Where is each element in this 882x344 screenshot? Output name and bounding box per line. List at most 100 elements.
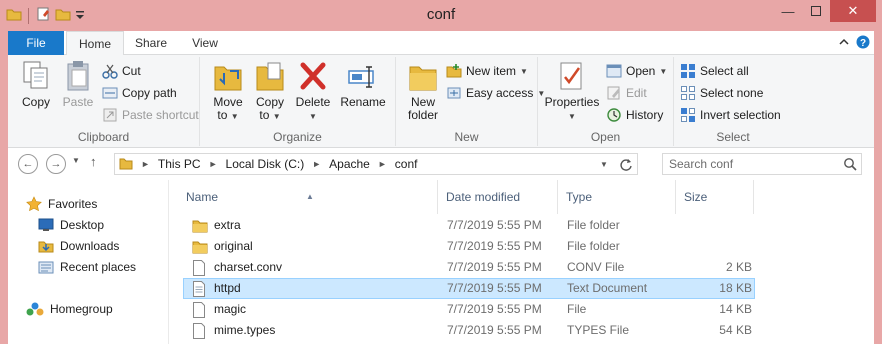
file-row-charset-conv[interactable]: charset.conv 7/7/2019 5:55 PM CONV File … xyxy=(183,257,755,278)
select-all-button[interactable]: Select all xyxy=(680,61,749,81)
file-name: charset.conv xyxy=(214,260,283,274)
rename-button[interactable]: Rename xyxy=(340,59,386,109)
pane-divider[interactable] xyxy=(168,180,169,344)
chevron-down-icon: ▼ xyxy=(230,112,239,121)
file-icon xyxy=(193,302,205,318)
new-item-button[interactable]: New item ▼ xyxy=(446,61,528,81)
file-name: magic xyxy=(214,302,247,316)
breadcrumb-local-disk[interactable]: Local Disk (C:) xyxy=(226,157,305,171)
collapse-ribbon-icon[interactable] xyxy=(838,35,850,52)
file-type: File folder xyxy=(567,218,620,232)
properties-button[interactable]: Properties ▼ xyxy=(544,59,600,123)
nav-desktop[interactable]: Desktop xyxy=(38,215,104,235)
cut-button[interactable]: Cut xyxy=(102,61,141,81)
maximize-button[interactable] xyxy=(802,0,830,22)
column-header-name[interactable]: Name ▲ xyxy=(178,180,438,214)
window-title: conf xyxy=(426,6,456,23)
chevron-down-icon: ▼ xyxy=(568,112,576,121)
breadcrumb-apache[interactable]: Apache xyxy=(329,157,370,171)
file-name: original xyxy=(214,239,253,253)
tab-share[interactable]: Share xyxy=(126,31,176,55)
select-group-label: Select xyxy=(716,130,750,144)
file-row-extra[interactable]: extra 7/7/2019 5:55 PM File folder xyxy=(183,215,755,236)
file-row-magic[interactable]: magic 7/7/2019 5:55 PM File 14 KB xyxy=(183,299,755,320)
open-group-label: Open xyxy=(590,130,621,144)
breadcrumb-separator-icon[interactable]: ► xyxy=(312,159,321,169)
paste-shortcut-button[interactable]: Paste shortcut xyxy=(102,105,199,125)
minimize-button[interactable]: — xyxy=(774,0,802,22)
copy-to-icon xyxy=(256,62,284,91)
paste-button[interactable]: Paste xyxy=(60,59,96,109)
up-arrow-icon[interactable]: ↑ xyxy=(90,154,97,169)
help-icon[interactable]: ? xyxy=(856,35,870,52)
invert-selection-button[interactable]: Invert selection xyxy=(680,105,781,125)
history-icon xyxy=(607,108,621,122)
text-document-icon xyxy=(193,281,205,297)
file-row-httpd[interactable]: httpd 7/7/2019 5:55 PM Text Document 18 … xyxy=(183,278,755,299)
tab-view[interactable]: View xyxy=(180,31,230,55)
delete-button[interactable]: Delete ▼ xyxy=(294,59,332,123)
nav-recent-places[interactable]: Recent places xyxy=(38,257,136,277)
file-date: 7/7/2019 5:55 PM xyxy=(447,281,542,295)
tab-file[interactable]: File xyxy=(8,31,64,55)
file-date: 7/7/2019 5:55 PM xyxy=(447,323,542,337)
file-date: 7/7/2019 5:55 PM xyxy=(447,260,542,274)
breadcrumb-this-pc[interactable]: This PC xyxy=(158,157,201,171)
chevron-down-icon[interactable]: ▼ xyxy=(593,154,615,174)
search-icon[interactable] xyxy=(843,157,857,174)
move-to-button[interactable]: Move to ▼ xyxy=(210,59,246,123)
address-bar[interactable]: ► This PC ► Local Disk (C:) ► Apache ► c… xyxy=(114,153,638,175)
new-folder-button[interactable]: New folder xyxy=(404,59,442,122)
close-button[interactable]: ✕ xyxy=(830,0,876,22)
open-button[interactable]: Open ▼ xyxy=(606,61,667,81)
search-input[interactable] xyxy=(663,154,835,174)
forward-button[interactable]: → xyxy=(46,154,66,174)
breadcrumb-separator-icon[interactable]: ► xyxy=(378,159,387,169)
recent-locations-chevron-icon[interactable]: ▼ xyxy=(72,156,80,165)
copy-button[interactable]: Copy xyxy=(18,59,54,109)
nav-homegroup[interactable]: Homegroup xyxy=(26,299,113,319)
copy-path-button[interactable]: Copy path xyxy=(102,83,177,103)
search-box xyxy=(662,153,862,175)
column-header-type[interactable]: Type xyxy=(558,180,676,214)
new-group-label: New xyxy=(454,130,479,144)
title-bar: conf — ✕ xyxy=(0,0,882,31)
chevron-down-icon: ▼ xyxy=(659,66,668,76)
breadcrumb-separator-icon[interactable]: ► xyxy=(209,159,218,169)
file-list: Name ▲ Date modified Type Size extra 7/7… xyxy=(178,180,874,344)
history-button[interactable]: History xyxy=(606,105,663,125)
refresh-icon[interactable] xyxy=(615,154,637,174)
file-size xyxy=(684,216,752,235)
column-header-size[interactable]: Size xyxy=(676,180,754,214)
nav-favorites[interactable]: Favorites xyxy=(26,194,97,214)
file-size: 14 KB xyxy=(719,302,752,316)
folder-icon xyxy=(192,241,208,254)
organize-group: Move to ▼ Copy to ▼ Delete ▼ Rename Orga… xyxy=(200,57,396,146)
desktop-icon xyxy=(38,218,54,231)
easy-access-button[interactable]: Easy access ▼ xyxy=(446,83,545,103)
recent-places-icon xyxy=(38,261,54,274)
breadcrumb-conf[interactable]: conf xyxy=(395,157,418,171)
column-header-date-modified[interactable]: Date modified xyxy=(438,180,558,214)
file-row-mime-types[interactable]: mime.types 7/7/2019 5:55 PM TYPES File 5… xyxy=(183,320,755,341)
copy-to-button[interactable]: Copy to ▼ xyxy=(252,59,288,123)
file-name: extra xyxy=(214,218,241,232)
breadcrumb-separator-icon[interactable]: ► xyxy=(141,159,150,169)
nav-downloads[interactable]: Downloads xyxy=(38,236,119,256)
folder-icon xyxy=(192,220,208,233)
tab-home[interactable]: Home xyxy=(66,31,124,56)
file-row-original[interactable]: original 7/7/2019 5:55 PM File folder xyxy=(183,236,755,257)
back-button[interactable]: ← xyxy=(18,154,38,174)
select-none-button[interactable]: Select none xyxy=(680,83,763,103)
edit-button[interactable]: Edit xyxy=(606,83,647,103)
window-controls: — ✕ xyxy=(774,0,876,22)
file-name: httpd xyxy=(214,281,241,295)
file-size xyxy=(684,237,752,256)
invert-selection-icon xyxy=(681,108,695,122)
sort-ascending-icon: ▲ xyxy=(306,192,314,201)
copy-icon xyxy=(23,61,48,89)
file-type: Text Document xyxy=(567,281,648,295)
address-bar-controls: ▼ xyxy=(593,154,637,174)
svg-text:?: ? xyxy=(860,38,866,49)
ribbon-tab-controls: ? xyxy=(838,35,870,52)
